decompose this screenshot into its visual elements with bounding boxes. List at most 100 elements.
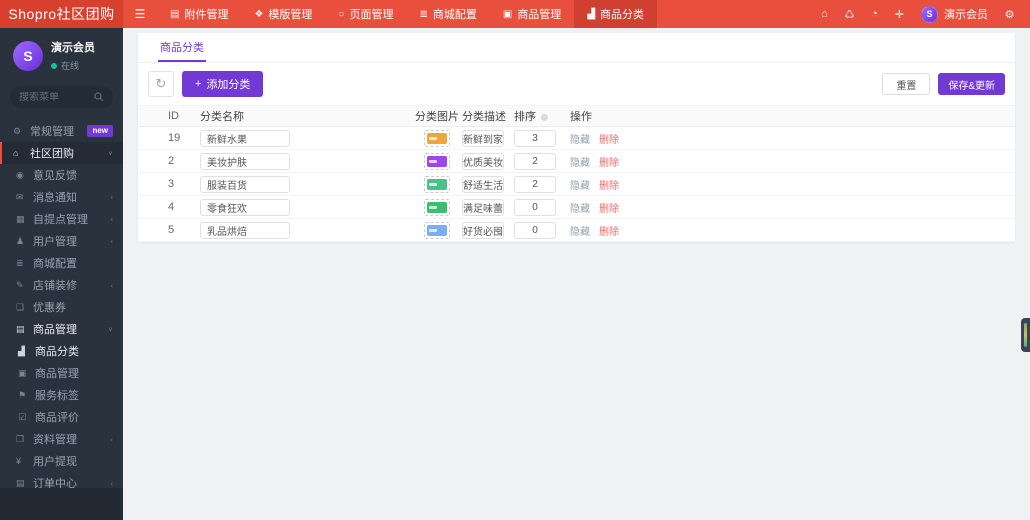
sidebar-item-community-group[interactable]: ⌂ 社区团购 ∨ [0,142,123,164]
category-name-input[interactable] [200,129,290,147]
nav-tab-label: 商品分类 [600,9,645,21]
sidebar-item-user-manage[interactable]: ♟ 用户管理 ‹ [0,230,123,252]
sidebar-item-goods-review[interactable]: ☑ 商品评价 [0,406,123,428]
circle-icon: ○ [338,8,345,20]
reset-button[interactable]: 重置 [882,73,931,95]
sidebar-item-goods-manage[interactable]: ▣ 商品管理 [0,362,123,384]
hide-link[interactable]: 隐藏 [570,135,590,146]
sort-input[interactable] [514,221,556,239]
hide-link[interactable]: 隐藏 [570,181,590,192]
cell-id: 19 [138,126,200,150]
hamburger-icon[interactable]: ☰ [123,0,157,28]
toolbar: ↻ + 添加分类 重置 保存&更新 [138,63,1015,105]
sliders-icon: ≣ [16,257,24,268]
nav-tab-goods-manage[interactable]: ▣ 商品管理 [490,0,574,28]
feedback-icon: ◉ [16,169,24,180]
sort-input[interactable] [514,129,556,147]
nav-tab-label: 模版管理 [268,9,313,21]
user-icon: ♟ [16,235,25,246]
app-logo: Shopro社区团购 [0,0,123,28]
header-right: ⌂ ♺ ◔ ✛ S 演示会员 ⚙ [812,0,1030,28]
sidebar-item-user-withdraw[interactable]: ¥ 用户提现 [0,450,123,472]
toolbar-right: 重置 保存&更新 [882,73,1005,95]
category-desc-input[interactable] [462,198,504,216]
sidebar-item-shop-decorate[interactable]: ✎ 店铺装修 ‹ [0,274,123,296]
menu-search-box [10,86,113,108]
sidebar-footer[interactable] [0,488,123,520]
sidebar-item-goods-category[interactable]: ▟ 商品分类 [0,340,123,362]
sort-input[interactable] [514,152,556,170]
bag-icon: ▣ [18,367,27,378]
sidebar-item-mall-config[interactable]: ≣ 商城配置 [0,252,123,274]
delete-link[interactable]: 删除 [599,135,619,146]
bag-icon: ▣ [502,8,513,20]
delete-link[interactable]: 删除 [599,227,619,238]
gear-icon[interactable]: ⚙ [997,8,1022,21]
theme-widget[interactable] [1021,318,1030,352]
sort-input[interactable] [514,175,556,193]
sort-input[interactable] [514,198,556,216]
sidebar-item-notifications[interactable]: ✉ 消息通知 ‹ [0,186,123,208]
category-desc-input[interactable] [462,152,504,170]
category-name-input[interactable] [200,175,290,193]
chevron-down-icon: ∨ [107,326,113,333]
home-icon: ⌂ [13,148,19,158]
category-image[interactable] [424,198,450,216]
category-image[interactable] [424,129,450,147]
category-image[interactable] [424,152,450,170]
delete-link[interactable]: 删除 [599,181,619,192]
delete-link[interactable]: 删除 [599,158,619,169]
online-dot-icon [51,62,57,69]
nav-tab-label: 商品管理 [517,9,562,21]
category-name-input[interactable] [200,198,290,216]
sidebar-item-general-manage[interactable]: ⚙ 常规管理 new [0,120,123,142]
nav-tab-attachments[interactable]: ▤ 附件管理 [157,0,241,28]
category-name-input[interactable] [200,221,290,239]
hide-link[interactable]: 隐藏 [570,158,590,169]
search-input[interactable] [19,91,90,103]
sidebar-item-goods-manage-parent[interactable]: ▤ 商品管理 ∨ [0,318,123,340]
nav-tab-mall-config[interactable]: ≣ 商城配置 [406,0,489,28]
theme-widget-bar [1024,323,1027,347]
nav-tab-goods-category[interactable]: ▟ 商品分类 [574,0,658,28]
category-desc-input[interactable] [462,129,504,147]
refresh-button[interactable]: ↻ [148,71,174,97]
cell-id: 2 [138,149,200,173]
home-icon[interactable]: ⌂ [812,8,837,20]
tab-goods-category[interactable]: 商品分类 [158,33,206,62]
hide-link[interactable]: 隐藏 [570,227,590,238]
table-row: 3 隐藏删除 [138,172,1015,196]
delete-link[interactable]: 删除 [599,204,619,215]
history-icon[interactable]: ◔ [862,8,887,20]
sidebar-item-service-tags[interactable]: ⚑ 服务标签 [0,384,123,406]
status-label: 在线 [61,61,80,71]
user-menu[interactable]: S 演示会员 [912,5,997,23]
category-image[interactable] [424,175,450,193]
category-desc-input[interactable] [462,221,504,239]
cube-icon: ▤ [16,323,25,334]
nav-tab-pages[interactable]: ○ 页面管理 [325,0,406,28]
cell-id: 4 [138,195,200,219]
sliders-icon: ≣ [419,8,428,20]
category-image[interactable] [424,221,450,239]
category-desc-input[interactable] [462,175,504,193]
hide-link[interactable]: 隐藏 [570,204,590,215]
save-update-button[interactable]: 保存&更新 [938,73,1005,95]
sidebar-user-panel[interactable]: S 演示会员 在线 [0,28,123,80]
sidebar-item-pickup-points[interactable]: ▦ 自提点管理 ‹ [0,208,123,230]
table-header-row: ID 分类名称 分类图片 分类描述 排序 操作 [138,105,1015,127]
trash-icon[interactable]: ♺ [837,8,862,21]
main-content: 商品分类 ↻ + 添加分类 重置 保存&更新 ID 分类名称 分类图片 分类描述… [123,28,1030,520]
fullscreen-icon[interactable]: ✛ [887,8,912,21]
sidebar-item-coupons[interactable]: ❏ 优惠券 [0,296,123,318]
sidebar-item-data-manage[interactable]: ❒ 资料管理 ‹ [0,428,123,450]
sidebar-item-feedback[interactable]: ◉ 意见反馈 [0,164,123,186]
nav-tab-label: 附件管理 [184,9,229,21]
category-name-input[interactable] [200,152,290,170]
nav-tab-templates[interactable]: ❖ 模版管理 [241,0,325,28]
col-header-sort: 排序 [514,105,570,127]
avatar: S [13,40,43,71]
chart-icon: ▟ [18,345,25,356]
add-category-button[interactable]: + 添加分类 [182,71,264,97]
sort-info-icon[interactable] [541,114,548,121]
